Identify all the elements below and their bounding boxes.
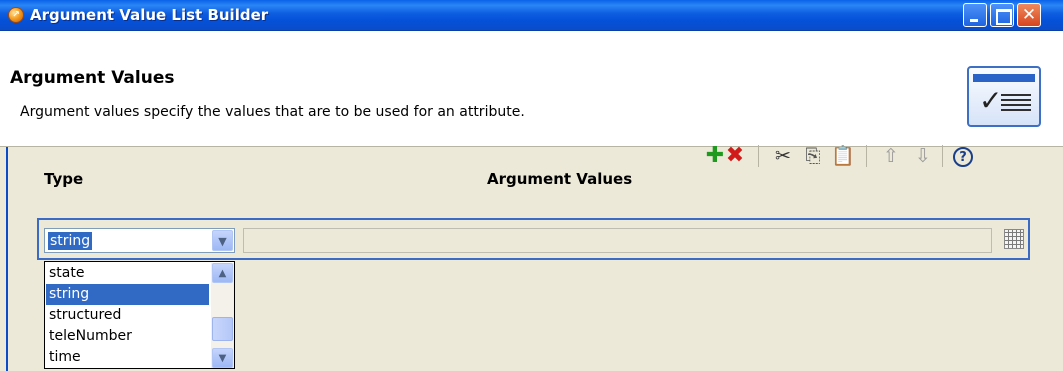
title-bar: ↗ Argument Value List Builder ✕ (0, 0, 1063, 31)
checklist-icon: ✓ (967, 66, 1041, 127)
list-item[interactable]: time (46, 347, 209, 368)
toolbar-separator (758, 145, 759, 167)
header-background (0, 31, 1063, 62)
window-title: Argument Value List Builder (30, 6, 269, 24)
column-header-argument-values: Argument Values (487, 170, 633, 188)
toolbar-separator (942, 145, 943, 167)
scroll-up-icon[interactable]: ▲ (212, 263, 233, 283)
page-title: Argument Values (10, 68, 175, 88)
scroll-down-icon[interactable]: ▼ (212, 348, 233, 368)
close-icon: ✕ (1021, 5, 1037, 25)
type-dropdown-list: state string structured teleNumber time … (44, 261, 235, 369)
app-icon: ↗ (8, 7, 24, 23)
toolbar-separator (866, 145, 867, 167)
help-icon: ? (953, 147, 973, 167)
help-button[interactable]: ? (950, 142, 976, 170)
paste-icon[interactable]: 📋 (830, 142, 856, 170)
list-item[interactable]: structured (46, 305, 209, 326)
copy-icon[interactable]: ⎘ (800, 142, 826, 170)
type-select[interactable]: string ▼ (44, 228, 235, 253)
dropdown-scrollbar[interactable]: ▲ ▼ (211, 263, 234, 368)
scrollbar-thumb[interactable] (212, 317, 233, 341)
close-button[interactable]: ✕ (1017, 3, 1041, 27)
chevron-down-icon[interactable]: ▼ (212, 230, 233, 251)
list-item-selected[interactable]: string (46, 284, 209, 305)
list-item[interactable]: teleNumber (46, 326, 209, 347)
maximize-button[interactable] (990, 3, 1014, 27)
column-header-type: Type (44, 170, 84, 188)
cut-icon[interactable]: ✂ (770, 142, 796, 170)
value-editor-icon[interactable] (1004, 229, 1024, 249)
move-down-icon[interactable]: ⇩ (910, 142, 936, 170)
minimize-button[interactable] (963, 3, 987, 27)
page-description: Argument values specify the values that … (20, 104, 525, 120)
type-select-value: string (48, 232, 93, 250)
argument-value-field[interactable] (243, 228, 992, 253)
delete-icon[interactable]: ✖ (722, 142, 748, 170)
window-left-border (0, 147, 8, 371)
move-up-icon[interactable]: ⇧ (878, 142, 904, 170)
list-item[interactable]: state (46, 263, 209, 284)
